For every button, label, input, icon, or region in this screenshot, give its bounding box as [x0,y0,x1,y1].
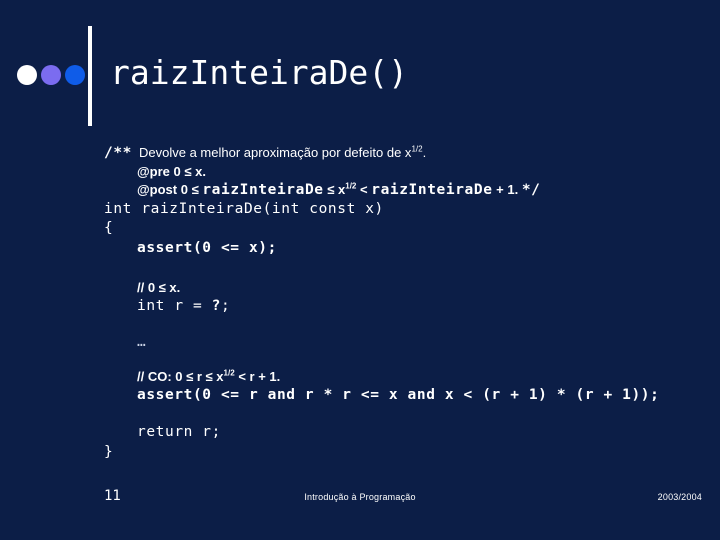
code-line-brace-close: } [104,443,113,461]
code-ellipsis: … [137,334,147,350]
code-line-assert-pre: assert(0 <= x); [137,239,277,257]
superscript-half: 1/2 [223,368,235,378]
bullet-purple-icon [41,65,61,85]
bullet-white-icon [17,65,37,85]
code-line-signature: int raizInteiraDe(int const x) [104,200,384,218]
brace-close: } [104,444,114,460]
function-signature: int raizInteiraDe(int const x) [104,201,384,217]
code-line-doc-post: @post 0 ≤ raizInteiraDe ≤ x1/2 < raizInt… [137,181,540,199]
code-block: /** Devolve a melhor aproximação por defe… [0,140,720,480]
superscript-half: 1/2 [345,181,357,191]
assert-precondition: assert(0 <= x); [137,240,277,256]
bullet-group [17,65,85,85]
superscript-half: 1/2 [411,144,423,154]
comment-condition-objective: // CO: 0 ≤ r ≤ x1/2 < r + 1. [137,368,281,384]
comment-precondition: // 0 ≤ x. [137,280,181,295]
slide-header: raizInteiraDe() [0,0,720,132]
code-line-comment-pre: // 0 ≤ x. [137,279,180,297]
code-line-doc-pre: @pre 0 ≤ x. [137,163,206,181]
slide: raizInteiraDe() /** Devolve a melhor apro… [0,0,720,540]
code-line-assert-post: assert(0 <= r and r * r <= x and x < (r … [137,386,659,404]
slide-footer: 11 Introdução à Programação 2003/2004 [0,488,720,518]
doc-post-fn-1: raizInteiraDe [202,182,324,198]
code-line-comment-co: // CO: 0 ≤ r ≤ x1/2 < r + 1. [137,368,280,386]
brace-open: { [104,220,114,236]
code-line-ellipsis: … [137,333,146,351]
footer-academic-year: 2003/2004 [657,492,702,502]
doc-pre-text: @pre 0 ≤ x. [137,164,206,179]
code-line-return: return r; [137,423,221,441]
code-line-brace-open: { [104,219,113,237]
doc-comment-close: */ [521,182,541,198]
code-line-doc-open: /** Devolve a melhor aproximação por defe… [104,144,426,162]
variable-declaration: int r = ?; [137,298,231,314]
doc-comment-text: Devolve a melhor aproximação por defeito… [139,144,427,160]
doc-post-text: @post 0 ≤ raizInteiraDe ≤ x1/2 < raizInt… [137,181,541,198]
doc-comment-open: /** [104,145,132,161]
code-line-decl: int r = ?; [137,297,230,315]
assert-postcondition: assert(0 <= r and r * r <= x and x < (r … [137,387,660,403]
page-title: raizInteiraDe() [110,53,409,92]
footer-course-title: Introdução à Programação [304,492,416,502]
header-divider [88,26,92,126]
placeholder-question: ? [211,298,221,314]
return-statement: return r; [137,424,221,440]
doc-post-fn-2: raizInteiraDe [371,182,493,198]
bullet-blue-icon [65,65,85,85]
